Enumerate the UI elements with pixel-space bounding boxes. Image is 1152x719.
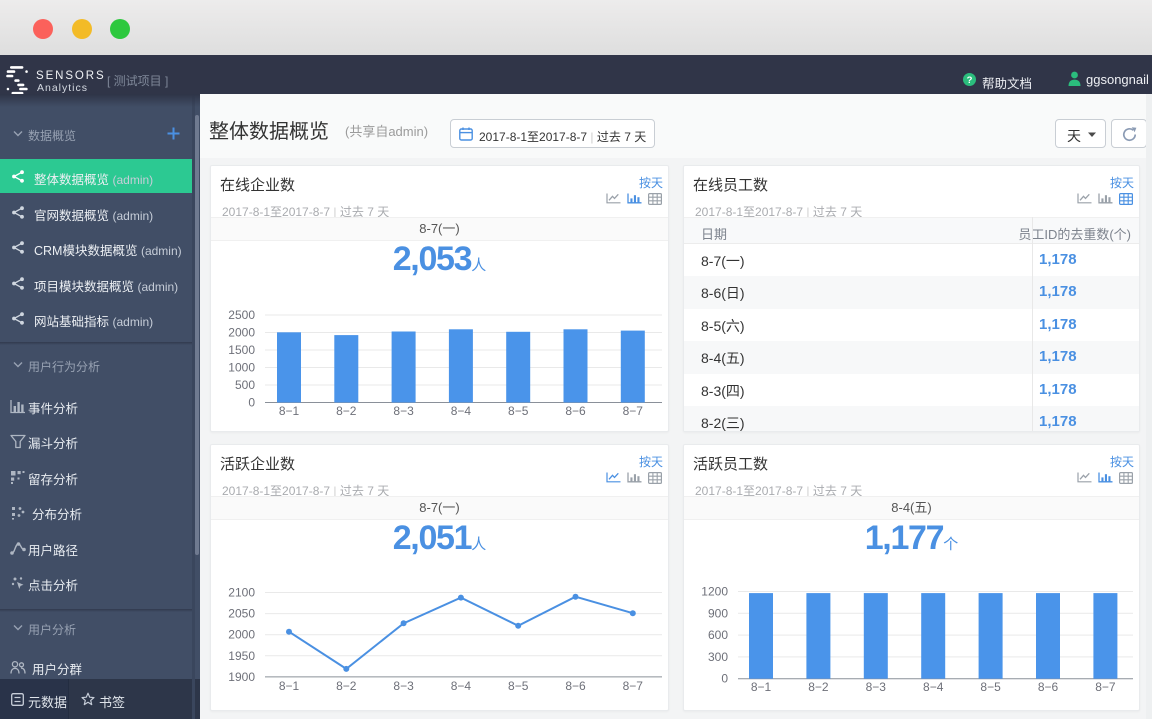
svg-text:0: 0 [721,672,728,686]
svg-text:8−7: 8−7 [1095,680,1116,694]
svg-text:2000: 2000 [228,628,255,642]
svg-text:8−6: 8−6 [1038,680,1059,694]
svg-text:8−7: 8−7 [623,404,644,418]
svg-text:8−2: 8−2 [336,679,357,693]
svg-text:8−5: 8−5 [980,680,1001,694]
svg-text:8−3: 8−3 [393,679,414,693]
svg-text:2100: 2100 [228,586,255,600]
svg-text:8−1: 8−1 [751,680,772,694]
svg-text:1900: 1900 [228,670,255,684]
svg-text:0: 0 [248,396,255,410]
svg-text:8−5: 8−5 [508,404,529,418]
svg-text:8−4: 8−4 [451,679,472,693]
svg-text:8−5: 8−5 [508,679,529,693]
svg-text:900: 900 [708,606,728,620]
svg-text:8−6: 8−6 [565,404,586,418]
svg-text:500: 500 [235,378,255,392]
svg-text:8−3: 8−3 [866,680,887,694]
svg-text:8−2: 8−2 [336,404,357,418]
svg-text:8−2: 8−2 [808,680,829,694]
svg-text:2500: 2500 [228,308,255,322]
svg-text:8−6: 8−6 [565,679,586,693]
svg-text:2050: 2050 [228,607,255,621]
svg-text:8−1: 8−1 [279,404,300,418]
svg-text:8−4: 8−4 [451,404,472,418]
svg-text:8−3: 8−3 [393,404,414,418]
svg-text:600: 600 [708,628,728,642]
svg-text:1200: 1200 [701,585,728,599]
svg-text:2000: 2000 [228,326,255,340]
svg-text:1000: 1000 [228,361,255,375]
svg-text:?: ? [967,75,973,86]
svg-text:8−7: 8−7 [623,679,644,693]
svg-text:1950: 1950 [228,649,255,663]
svg-text:1500: 1500 [228,343,255,357]
svg-text:300: 300 [708,650,728,664]
svg-text:8−1: 8−1 [279,679,300,693]
svg-text:8−4: 8−4 [923,680,944,694]
